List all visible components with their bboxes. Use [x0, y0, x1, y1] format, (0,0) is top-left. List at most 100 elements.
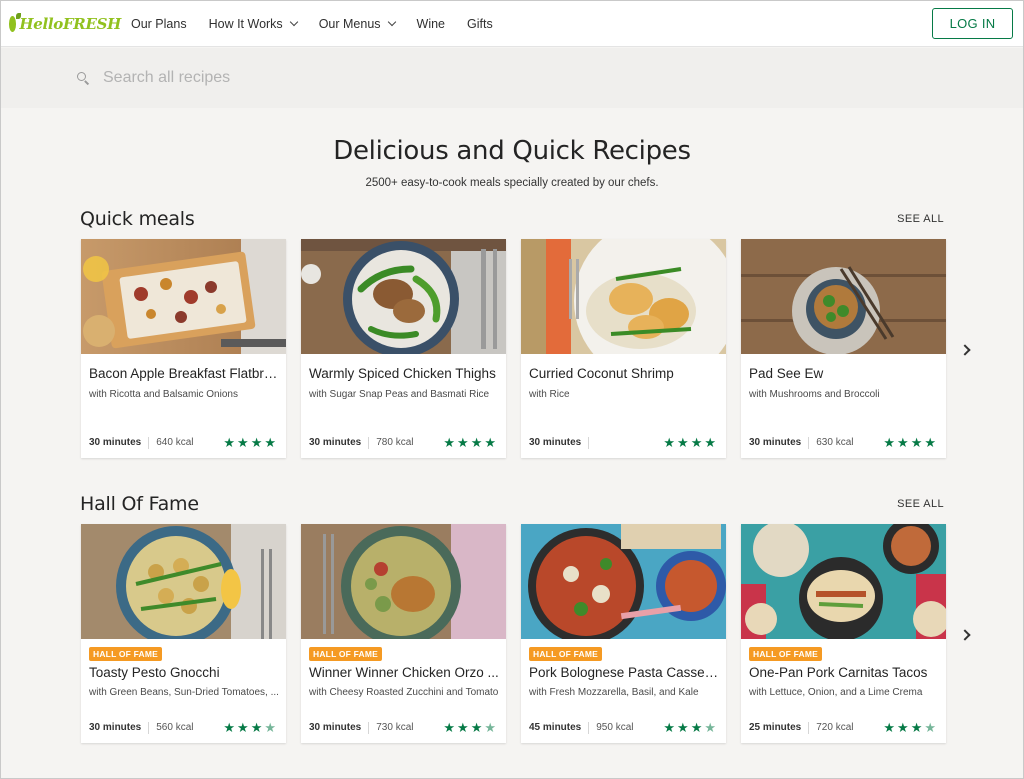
search-bar — [1, 48, 1023, 108]
rating-stars: ★ ★ ★ ★ — [441, 436, 496, 449]
star-icon: ★ — [690, 435, 703, 450]
half-star-icon: ★ — [484, 720, 496, 735]
calories: 640 kcal — [156, 437, 194, 448]
recipe-image-bacon-apple-flatbread[interactable] — [81, 239, 286, 354]
recipe-image-pork-bolognese-casserole[interactable] — [521, 524, 726, 639]
nav-label: Wine — [416, 16, 446, 31]
star-icon: ★ — [264, 435, 276, 450]
recipe-title[interactable]: One-Pan Pork Carnitas Tacos — [749, 665, 940, 680]
recipe-meta: 30 minutes 780 kcal ★ ★ ★ ★ — [309, 436, 496, 449]
star-icon: ★ — [897, 720, 909, 735]
logo-text: HelloFRESH — [19, 14, 121, 33]
calories: 780 kcal — [376, 437, 414, 448]
main-nav: Our Plans How It Works Our Menus Wine Gi… — [131, 17, 515, 31]
chevron-down-icon — [387, 17, 396, 27]
nav-our-plans[interactable]: Our Plans — [131, 17, 187, 31]
recipe-card[interactable]: Curried Coconut Shrimp with Rice 30 minu… — [521, 239, 726, 458]
recipe-image-toasty-pesto-gnocchi[interactable] — [81, 524, 286, 639]
hall-of-fame-carousel: HALL OF FAME Toasty Pesto Gnocchi with G… — [81, 524, 961, 743]
recipe-subtitle: with Rice — [529, 389, 570, 400]
star-icon: ★ — [250, 720, 263, 735]
nav-our-menus[interactable]: Our Menus — [319, 17, 396, 31]
hall-of-fame-badge: HALL OF FAME — [309, 647, 383, 661]
see-all-hall-of-fame-link[interactable]: SEE ALL — [897, 498, 944, 510]
nav-wine[interactable]: Wine — [417, 17, 445, 31]
nav-how-it-works[interactable]: How It Works — [209, 17, 298, 31]
recipe-subtitle: with Ricotta and Balsamic Onions — [89, 389, 238, 400]
recipe-card[interactable]: Warmly Spiced Chicken Thighs with Sugar … — [301, 239, 506, 458]
rating-stars: ★ ★ ★ ★ — [881, 721, 936, 734]
recipe-meta: 30 minutes ★ ★ ★ ★ — [529, 436, 716, 449]
chevron-right-icon[interactable] — [959, 629, 971, 641]
recipe-image-chicken-orzo[interactable] — [301, 524, 506, 639]
recipe-image-curried-coconut-shrimp[interactable] — [521, 239, 726, 354]
rating-stars: ★ ★ ★ ★ — [221, 721, 276, 734]
recipe-title[interactable]: Bacon Apple Breakfast Flatbre... — [89, 366, 280, 381]
star-icon: ★ — [484, 435, 496, 450]
star-icon: ★ — [470, 720, 483, 735]
nav-gifts[interactable]: Gifts — [467, 17, 493, 31]
star-icon: ★ — [910, 720, 923, 735]
recipe-card[interactable]: HALL OF FAME Toasty Pesto Gnocchi with G… — [81, 524, 286, 743]
star-icon: ★ — [663, 435, 676, 450]
cook-time: 30 minutes — [309, 722, 362, 733]
star-icon: ★ — [883, 435, 896, 450]
recipe-image-pad-see-ew[interactable] — [741, 239, 946, 354]
recipe-title[interactable]: Toasty Pesto Gnocchi — [89, 665, 280, 680]
recipe-card[interactable]: HALL OF FAME Pork Bolognese Pasta Casser… — [521, 524, 726, 743]
rating-stars: ★ ★ ★ ★ — [221, 436, 276, 449]
recipe-subtitle: with Mushrooms and Broccoli — [749, 389, 880, 400]
quick-meals-carousel: Bacon Apple Breakfast Flatbre... with Ri… — [81, 239, 961, 458]
recipe-subtitle: with Cheesy Roasted Zucchini and Tomato — [309, 687, 499, 698]
recipe-subtitle: with Green Beans, Sun-Dried Tomatoes, ..… — [89, 687, 279, 698]
recipe-subtitle: with Sugar Snap Peas and Basmati Rice — [309, 389, 490, 400]
section-title-hall-of-fame: Hall Of Fame — [80, 493, 199, 515]
star-icon: ★ — [443, 720, 456, 735]
top-navigation: HelloFRESH Our Plans How It Works Our Me… — [1, 1, 1023, 47]
search-icon — [77, 72, 90, 85]
chevron-right-icon[interactable] — [959, 344, 971, 356]
star-icon: ★ — [223, 720, 236, 735]
login-button[interactable]: LOG IN — [932, 8, 1013, 39]
star-icon: ★ — [677, 720, 689, 735]
lime-logo-icon — [9, 12, 22, 32]
see-all-quick-meals-link[interactable]: SEE ALL — [897, 213, 944, 225]
cook-time: 30 minutes — [89, 722, 142, 733]
star-icon: ★ — [897, 435, 909, 450]
recipe-meta: 30 minutes 640 kcal ★ ★ ★ ★ — [89, 436, 276, 449]
recipe-card[interactable]: HALL OF FAME One-Pan Pork Carnitas Tacos… — [741, 524, 946, 743]
search-input[interactable] — [103, 69, 503, 87]
recipe-title[interactable]: Pork Bolognese Pasta Cassero... — [529, 665, 720, 680]
recipe-title[interactable]: Winner Winner Chicken Orzo ... — [309, 665, 500, 680]
calories: 730 kcal — [376, 722, 414, 733]
recipe-meta: 45 minutes 950 kcal ★ ★ ★ ★ — [529, 721, 716, 734]
recipe-subtitle: with Fresh Mozzarella, Basil, and Kale — [529, 687, 699, 698]
page-subtitle: 2500+ easy-to-cook meals specially creat… — [365, 177, 659, 189]
star-icon: ★ — [237, 435, 249, 450]
star-icon: ★ — [443, 435, 456, 450]
recipe-image-pork-carnitas-tacos[interactable] — [741, 524, 946, 639]
recipe-card[interactable]: HALL OF FAME Winner Winner Chicken Orzo … — [301, 524, 506, 743]
recipe-title[interactable]: Pad See Ew — [749, 366, 940, 381]
star-icon: ★ — [910, 435, 923, 450]
hall-of-fame-badge: HALL OF FAME — [749, 647, 823, 661]
recipe-meta: 25 minutes 720 kcal ★ ★ ★ ★ — [749, 721, 936, 734]
recipe-meta: 30 minutes 730 kcal ★ ★ ★ ★ — [309, 721, 496, 734]
star-icon: ★ — [457, 720, 469, 735]
nav-label: Our Plans — [131, 16, 187, 31]
star-icon: ★ — [250, 435, 263, 450]
rating-stars: ★ ★ ★ ★ — [441, 721, 496, 734]
recipe-title[interactable]: Curried Coconut Shrimp — [529, 366, 720, 381]
recipe-card[interactable]: Bacon Apple Breakfast Flatbre... with Ri… — [81, 239, 286, 458]
rating-stars: ★ ★ ★ ★ — [881, 436, 936, 449]
cook-time: 30 minutes — [309, 437, 362, 448]
recipe-title[interactable]: Warmly Spiced Chicken Thighs — [309, 366, 500, 381]
hellofresh-logo[interactable]: HelloFRESH — [9, 12, 121, 33]
star-icon: ★ — [457, 435, 469, 450]
calories: 950 kcal — [596, 722, 634, 733]
hall-of-fame-badge: HALL OF FAME — [529, 647, 603, 661]
recipe-image-spiced-chicken-thighs[interactable] — [301, 239, 506, 354]
star-icon: ★ — [223, 435, 236, 450]
recipe-card[interactable]: Pad See Ew with Mushrooms and Broccoli 3… — [741, 239, 946, 458]
cook-time: 30 minutes — [529, 437, 582, 448]
